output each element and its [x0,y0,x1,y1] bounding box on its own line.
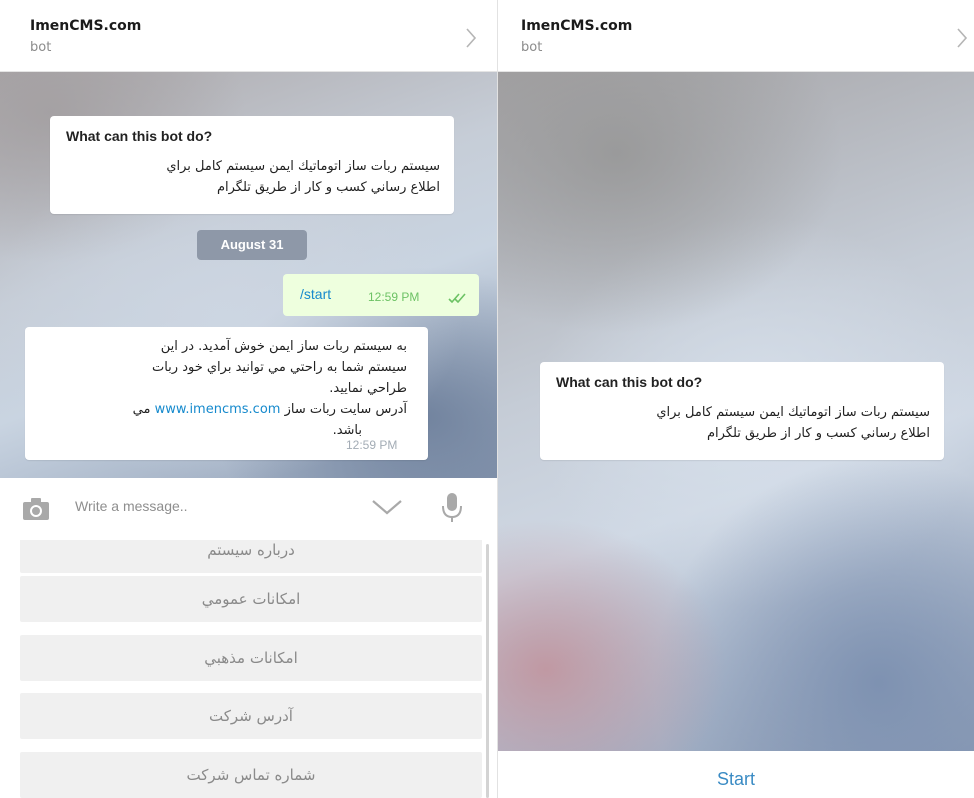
start-bar: Start [498,751,974,798]
chevron-right-icon[interactable] [465,27,477,49]
chevron-down-icon[interactable] [370,498,404,516]
bot-info-description: سيستم ربات ساز اتوماتيك ايمن سيستم كامل … [556,402,930,444]
chat-panel-right: ImenCMS.com bot What can this bot do? سي… [498,0,974,798]
message-line: آدرس سايت ربات ساز www.imencms.com مي [52,399,407,420]
keyboard-button[interactable]: شماره تماس شركت [20,752,482,798]
bot-info-title: What can this bot do? [66,128,213,144]
bot-info-card: What can this bot do? سيستم ربات ساز اتو… [50,116,454,214]
keyboard-scrollbar[interactable] [486,544,489,798]
keyboard-button[interactable]: امكانات عمومي [20,576,482,622]
chat-subtitle: bot [30,40,52,55]
keyboard-button[interactable]: درباره سيستم [20,540,482,573]
incoming-message: به سيستم ربات ساز ايمن خوش آمديد. در اين… [25,327,428,460]
chat-area: What can this bot do? سيستم ربات ساز اتو… [0,72,497,478]
message-line: طراحي نماييد. [329,381,407,396]
chat-area: What can this bot do? سيستم ربات ساز اتو… [498,72,974,751]
start-button[interactable]: Start [717,769,755,789]
message-line: سيستم شما به راحتي مي توانيد براي خود رب… [151,360,407,375]
bot-info-line: سيستم ربات ساز اتوماتيك ايمن سيستم كامل … [656,405,930,420]
double-check-icon [448,293,466,303]
camera-icon[interactable] [22,497,50,521]
bot-keyboard: درباره سيستم امكانات عمومي امكانات مذهبي… [0,540,497,798]
date-chip: August 31 [197,230,307,260]
command-link[interactable]: /start [300,286,331,302]
message-line: باشد. [332,423,362,438]
message-composer: Write a message.. [0,478,497,540]
message-text: به سيستم ربات ساز ايمن خوش آمديد. در اين… [52,336,407,441]
outgoing-message: /start 12:59 PM [283,274,479,316]
message-time: 12:59 PM [368,290,420,304]
keyboard-button[interactable]: امكانات مذهبي [20,635,482,681]
message-fragment: مي [132,402,155,417]
bot-info-card: What can this bot do? سيستم ربات ساز اتو… [540,362,944,460]
chat-header[interactable]: ImenCMS.com bot [0,0,497,72]
chat-panel-left: ImenCMS.com bot What can this bot do? سي… [0,0,497,798]
chat-subtitle: bot [521,40,543,55]
bot-info-line: اطلاع رساني كسب و كار از طريق تلگرام [216,180,440,195]
bot-info-line: سيستم ربات ساز اتوماتيك ايمن سيستم كامل … [166,159,440,174]
bot-info-title: What can this bot do? [556,374,703,390]
microphone-icon[interactable] [441,492,463,524]
keyboard-button[interactable]: آدرس شركت [20,693,482,739]
chat-title: ImenCMS.com [30,18,142,34]
message-fragment: آدرس سايت ربات ساز [280,402,407,417]
bot-info-line: اطلاع رساني كسب و كار از طريق تلگرام [706,426,930,441]
bot-info-description: سيستم ربات ساز اتوماتيك ايمن سيستم كامل … [66,156,440,198]
message-line: به سيستم ربات ساز ايمن خوش آمديد. در اين [160,339,407,354]
message-input[interactable]: Write a message.. [75,498,188,514]
website-link[interactable]: www.imencms.com [155,402,281,417]
chat-title: ImenCMS.com [521,18,633,34]
message-time: 12:59 PM [346,438,398,452]
chevron-right-icon[interactable] [956,27,968,49]
chat-header[interactable]: ImenCMS.com bot [498,0,974,72]
